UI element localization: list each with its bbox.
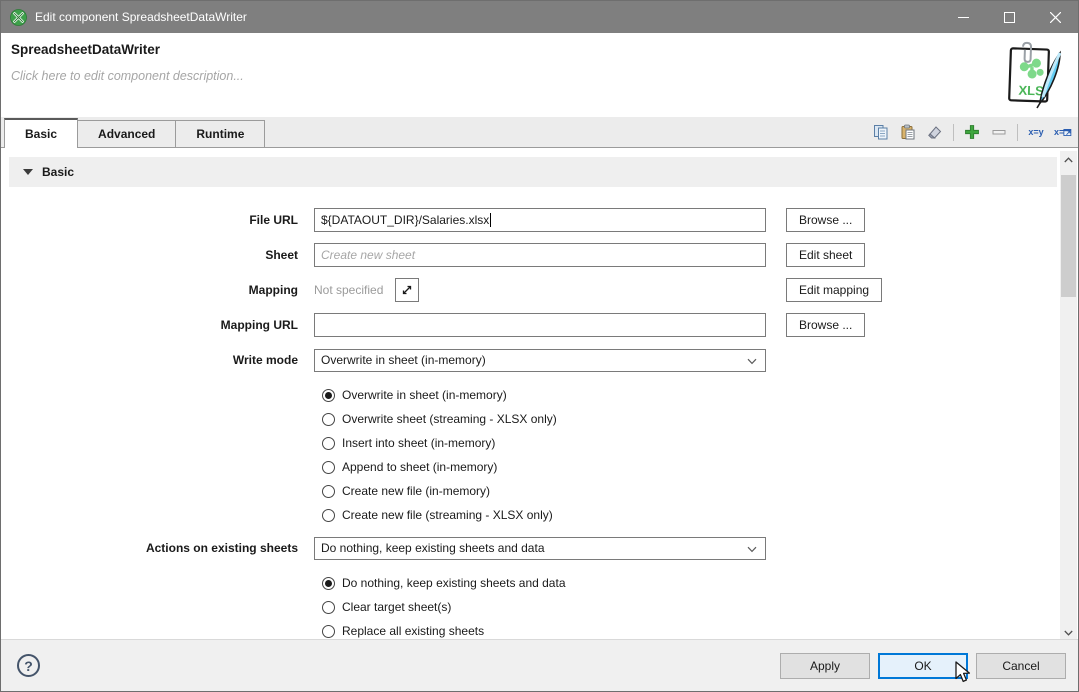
component-description-placeholder[interactable]: Click here to edit component description… [11, 69, 244, 83]
file-url-row: File URL ${DATAOUT_DIR}/Salaries.xlsx Br… [1, 208, 1057, 232]
text-caret [490, 213, 491, 227]
radio-icon [322, 461, 335, 474]
sheet-input[interactable]: Create new sheet [314, 243, 766, 267]
actions-on-existing-sheets-options: Do nothing, keep existing sheets and dat… [1, 571, 1057, 643]
file-url-browse-button[interactable]: Browse ... [786, 208, 865, 232]
window-edit-icon[interactable]: x= [1054, 123, 1072, 141]
mapping-row: Mapping Not specified Edit mapping [1, 278, 1057, 302]
mapping-expand-button[interactable] [395, 278, 419, 302]
mapping-url-input[interactable] [314, 313, 766, 337]
write-mode-options: Overwrite in sheet (in-memory) Overwrite… [1, 383, 1057, 527]
radio-option[interactable]: Create new file (in-memory) [322, 479, 1057, 503]
remove-icon[interactable] [990, 123, 1008, 141]
radio-icon [322, 485, 335, 498]
maximize-button[interactable] [986, 1, 1032, 33]
titlebar[interactable]: Edit component SpreadsheetDataWriter [1, 1, 1078, 33]
clear-icon[interactable] [926, 123, 944, 141]
property-toolbar: x=y x= [872, 117, 1072, 147]
scrollbar-thumb[interactable] [1061, 175, 1076, 297]
paste-icon[interactable] [899, 123, 917, 141]
radio-option[interactable]: Overwrite sheet (streaming - XLSX only) [322, 407, 1057, 431]
properties-form: File URL ${DATAOUT_DIR}/Salaries.xlsx Br… [1, 208, 1057, 652]
dialog-header: SpreadsheetDataWriter Click here to edit… [1, 33, 1078, 117]
plain-edit-icon[interactable]: x=y [1027, 123, 1045, 141]
write-mode-select[interactable]: Overwrite in sheet (in-memory) [314, 349, 766, 372]
mouse-cursor [954, 661, 974, 683]
basic-tab-content: Basic File URL ${DATAOUT_DIR}/Salaries.x… [1, 148, 1078, 641]
edit-component-dialog: Edit component SpreadsheetDataWriter Spr… [0, 0, 1079, 692]
write-mode-label: Write mode [1, 353, 306, 367]
scroll-up-icon[interactable] [1060, 151, 1077, 168]
collapse-arrow-icon [23, 169, 33, 175]
clover-app-icon [10, 9, 27, 26]
help-button[interactable]: ? [17, 654, 40, 677]
radio-icon [322, 413, 335, 426]
radio-icon [322, 509, 335, 522]
apply-button[interactable]: Apply [780, 653, 870, 679]
mapping-url-label: Mapping URL [1, 318, 306, 332]
tab-advanced[interactable]: Advanced [77, 120, 176, 147]
minimize-button[interactable] [940, 1, 986, 33]
mapping-url-browse-button[interactable]: Browse ... [786, 313, 865, 337]
radio-option[interactable]: Insert into sheet (in-memory) [322, 431, 1057, 455]
section-basic-header[interactable]: Basic [9, 157, 1057, 187]
radio-option[interactable]: Do nothing, keep existing sheets and dat… [322, 571, 1057, 595]
file-url-input[interactable]: ${DATAOUT_DIR}/Salaries.xlsx [314, 208, 766, 232]
chevron-down-icon [747, 358, 757, 365]
radio-option[interactable]: Overwrite in sheet (in-memory) [322, 383, 1057, 407]
add-icon[interactable] [963, 123, 981, 141]
radio-option[interactable]: Clear target sheet(s) [322, 595, 1057, 619]
copy-icon[interactable] [872, 123, 890, 141]
edit-mapping-button[interactable]: Edit mapping [786, 278, 882, 302]
radio-icon [322, 601, 335, 614]
xls-file-icon: XLS [996, 41, 1066, 111]
toolbar-separator [953, 124, 954, 141]
tab-basic[interactable]: Basic [4, 118, 78, 148]
close-button[interactable] [1032, 1, 1078, 33]
mapping-value: Not specified [314, 283, 383, 297]
write-mode-row: Write mode Overwrite in sheet (in-memory… [1, 348, 1057, 372]
actions-on-existing-sheets-label: Actions on existing sheets [1, 541, 306, 555]
radio-option[interactable]: Append to sheet (in-memory) [322, 455, 1057, 479]
mapping-url-row: Mapping URL Browse ... [1, 313, 1057, 337]
expand-icon [401, 284, 413, 296]
radio-option[interactable]: Create new file (streaming - XLSX only) [322, 503, 1057, 527]
component-name: SpreadsheetDataWriter [11, 42, 160, 57]
window-title: Edit component SpreadsheetDataWriter [35, 10, 940, 24]
radio-icon [322, 625, 335, 638]
vertical-scrollbar[interactable] [1060, 151, 1077, 641]
radio-selected-icon [322, 577, 335, 590]
toolbar-separator [1017, 124, 1018, 141]
chevron-down-icon [747, 546, 757, 553]
tab-runtime[interactable]: Runtime [175, 120, 265, 147]
file-url-label: File URL [1, 213, 306, 227]
actions-on-existing-sheets-row: Actions on existing sheets Do nothing, k… [1, 536, 1057, 560]
mapping-label: Mapping [1, 283, 306, 297]
edit-sheet-button[interactable]: Edit sheet [786, 243, 865, 267]
cancel-button[interactable]: Cancel [976, 653, 1066, 679]
sheet-row: Sheet Create new sheet Edit sheet [1, 243, 1057, 267]
dialog-footer: ? Apply OK Cancel [1, 639, 1078, 691]
sheet-label: Sheet [1, 248, 306, 262]
radio-icon [322, 437, 335, 450]
tab-strip: Basic Advanced Runtime [1, 117, 1078, 148]
radio-selected-icon [322, 389, 335, 402]
actions-on-existing-sheets-select[interactable]: Do nothing, keep existing sheets and dat… [314, 537, 766, 560]
